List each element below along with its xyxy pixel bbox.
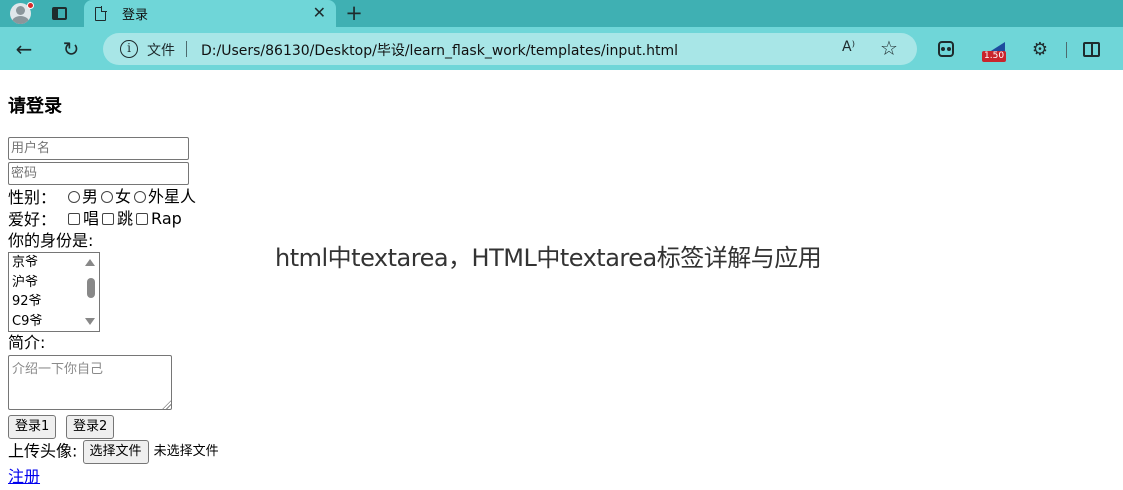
arrow-left-icon: ← (15, 37, 33, 61)
url-text[interactable]: D:/Users/86130/Desktop/毕设/learn_flask_wo… (201, 40, 678, 60)
extension-icon (938, 41, 954, 57)
gender-option-alien[interactable]: 外星人 (134, 186, 196, 208)
hobby-label: 爱好： (8, 210, 57, 229)
radio-button[interactable] (134, 191, 147, 203)
divider (1066, 42, 1067, 58)
tab-title: 登录 (122, 8, 149, 23)
choose-file-button[interactable]: 选择文件 (82, 440, 149, 464)
checkbox[interactable] (68, 213, 81, 225)
tab-actions-icon (51, 7, 67, 20)
file-label: 文件 (147, 43, 175, 59)
active-tab[interactable]: 登录 ✕ (84, 0, 336, 27)
login1-button[interactable]: 登录1 (8, 415, 57, 439)
puzzle-icon: ⚙ (1031, 38, 1049, 60)
page-icon (95, 5, 107, 21)
page-title: 请登录 (8, 96, 62, 117)
back-button[interactable]: ← (10, 35, 38, 63)
split-screen-button[interactable] (1078, 35, 1104, 63)
profile-avatar[interactable] (6, 0, 34, 27)
address-bar[interactable]: i 文件 D:/Users/86130/Desktop/毕设/learn_fla… (103, 33, 917, 65)
divider (186, 41, 187, 57)
no-file-text: 未选择文件 (153, 444, 219, 459)
checkbox[interactable] (102, 213, 115, 225)
reload-icon: ↻ (62, 37, 80, 61)
info-icon[interactable]: i (120, 40, 138, 58)
close-tab-icon[interactable]: ✕ (313, 4, 326, 22)
resize-handle[interactable] (162, 400, 171, 409)
extension-badge: 1.50 (982, 51, 1007, 62)
gender-option-male[interactable]: 男 (68, 186, 98, 208)
password-input[interactable] (8, 162, 189, 185)
register-row: 注册 (8, 466, 40, 488)
gender-option-female[interactable]: 女 (101, 186, 131, 208)
split-screen-icon (1082, 41, 1100, 57)
hobby-row: 爱好： 唱跳 Rap (8, 208, 185, 231)
upload-row: 上传头像: 选择文件 未选择文件 (8, 440, 219, 464)
register-link[interactable]: 注册 (8, 467, 40, 486)
intro-textarea[interactable] (8, 355, 172, 410)
gender-label: 性别： (8, 188, 57, 207)
hobby-option-dance[interactable]: 跳 (102, 208, 133, 230)
intro-label: 简介: (8, 333, 46, 352)
plus-icon: + (345, 1, 363, 25)
browser-toolbar: ← ↻ i 文件 D:/Users/86130/Desktop/毕设/learn… (0, 27, 1123, 70)
tab-strip: 登录 ✕ + (0, 0, 1123, 27)
gender-row: 性别： 男女外星人 (8, 186, 199, 209)
notification-dot (27, 2, 34, 9)
scrollbar[interactable] (83, 253, 99, 331)
radio-button[interactable] (68, 191, 81, 203)
extension-button-1[interactable] (933, 35, 959, 63)
extension-button-2[interactable]: 1.50 (980, 35, 1008, 63)
checkbox[interactable] (136, 213, 149, 225)
read-aloud-icon[interactable]: A⁾ (842, 39, 855, 55)
radio-button[interactable] (101, 191, 114, 203)
overlay-caption: html中textarea，HTML中textarea标签详解与应用 (275, 244, 822, 272)
tab-actions-button[interactable] (48, 0, 70, 27)
login2-button[interactable]: 登录2 (66, 415, 115, 439)
upload-label: 上传头像: (8, 441, 78, 461)
scroll-up-icon[interactable] (85, 259, 95, 266)
scroll-thumb[interactable] (87, 278, 95, 298)
extensions-button[interactable]: ⚙ (1027, 35, 1053, 63)
identity-select[interactable]: 京爷 沪爷 92爷 C9爷 (8, 252, 100, 332)
scroll-down-icon[interactable] (85, 318, 95, 325)
favorite-star-icon[interactable]: ☆ (880, 36, 898, 60)
new-tab-button[interactable]: + (343, 0, 365, 27)
identity-label: 你的身份是: (8, 231, 94, 250)
reload-button[interactable]: ↻ (57, 35, 85, 63)
username-input[interactable] (8, 137, 189, 160)
hobby-option-sing[interactable]: 唱 (68, 208, 99, 230)
page-content: 请登录 性别： 男女外星人 爱好： 唱跳Rap 你的身份是: 京爷 沪爷 92爷 C… (0, 70, 1123, 490)
hobby-option-rap[interactable]: Rap (136, 208, 182, 230)
